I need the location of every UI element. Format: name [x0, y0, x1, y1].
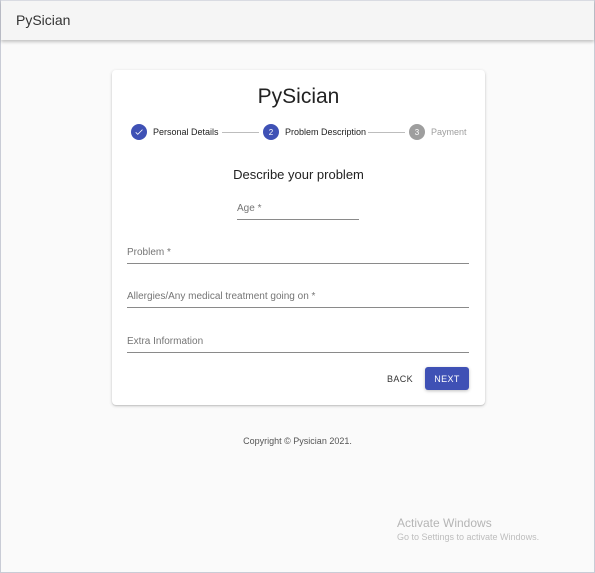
step-3-circle: 3 [409, 124, 425, 140]
check-icon [135, 129, 143, 135]
step-1-circle [131, 124, 147, 140]
extra-information-field[interactable]: Extra Information [127, 336, 469, 353]
allergies-field[interactable]: Allergies/Any medical treatment going on… [127, 291, 469, 308]
activate-windows-subtitle: Go to Settings to activate Windows. [397, 532, 540, 542]
extra-information-label: Extra Information [127, 336, 204, 347]
problem-label: Problem * [127, 247, 171, 258]
next-button[interactable]: NEXT [425, 367, 469, 390]
step-problem-description[interactable]: 2 Problem Description [263, 124, 366, 140]
activate-windows-title: Activate Windows [397, 516, 492, 530]
step-connector [222, 132, 259, 133]
step-connector [368, 132, 405, 133]
card-title: PySician [257, 85, 340, 108]
section-title: Describe your problem [233, 167, 364, 182]
step-2-label: Problem Description [285, 127, 367, 137]
step-personal-details[interactable]: Personal Details [131, 124, 219, 140]
allergies-label: Allergies/Any medical treatment going on… [127, 291, 316, 302]
problem-field[interactable]: Problem * [127, 247, 469, 264]
form-card: PySician Personal Details 2 Problem Desc… [112, 70, 485, 405]
back-button[interactable]: BACK [380, 368, 420, 390]
copyright-text: Copyright © Pysician 2021. [243, 436, 352, 446]
step-3-label: Payment [431, 127, 467, 137]
step-1-label: Personal Details [153, 127, 219, 137]
step-payment[interactable]: 3 Payment [409, 124, 467, 140]
app-bar: PySician [1, 0, 594, 40]
age-field[interactable]: Age * [237, 203, 359, 220]
stepper: Personal Details 2 Problem Description 3… [131, 124, 471, 142]
step-2-circle: 2 [263, 124, 279, 140]
age-label: Age * [237, 203, 262, 214]
app-title: PySician [16, 12, 71, 28]
